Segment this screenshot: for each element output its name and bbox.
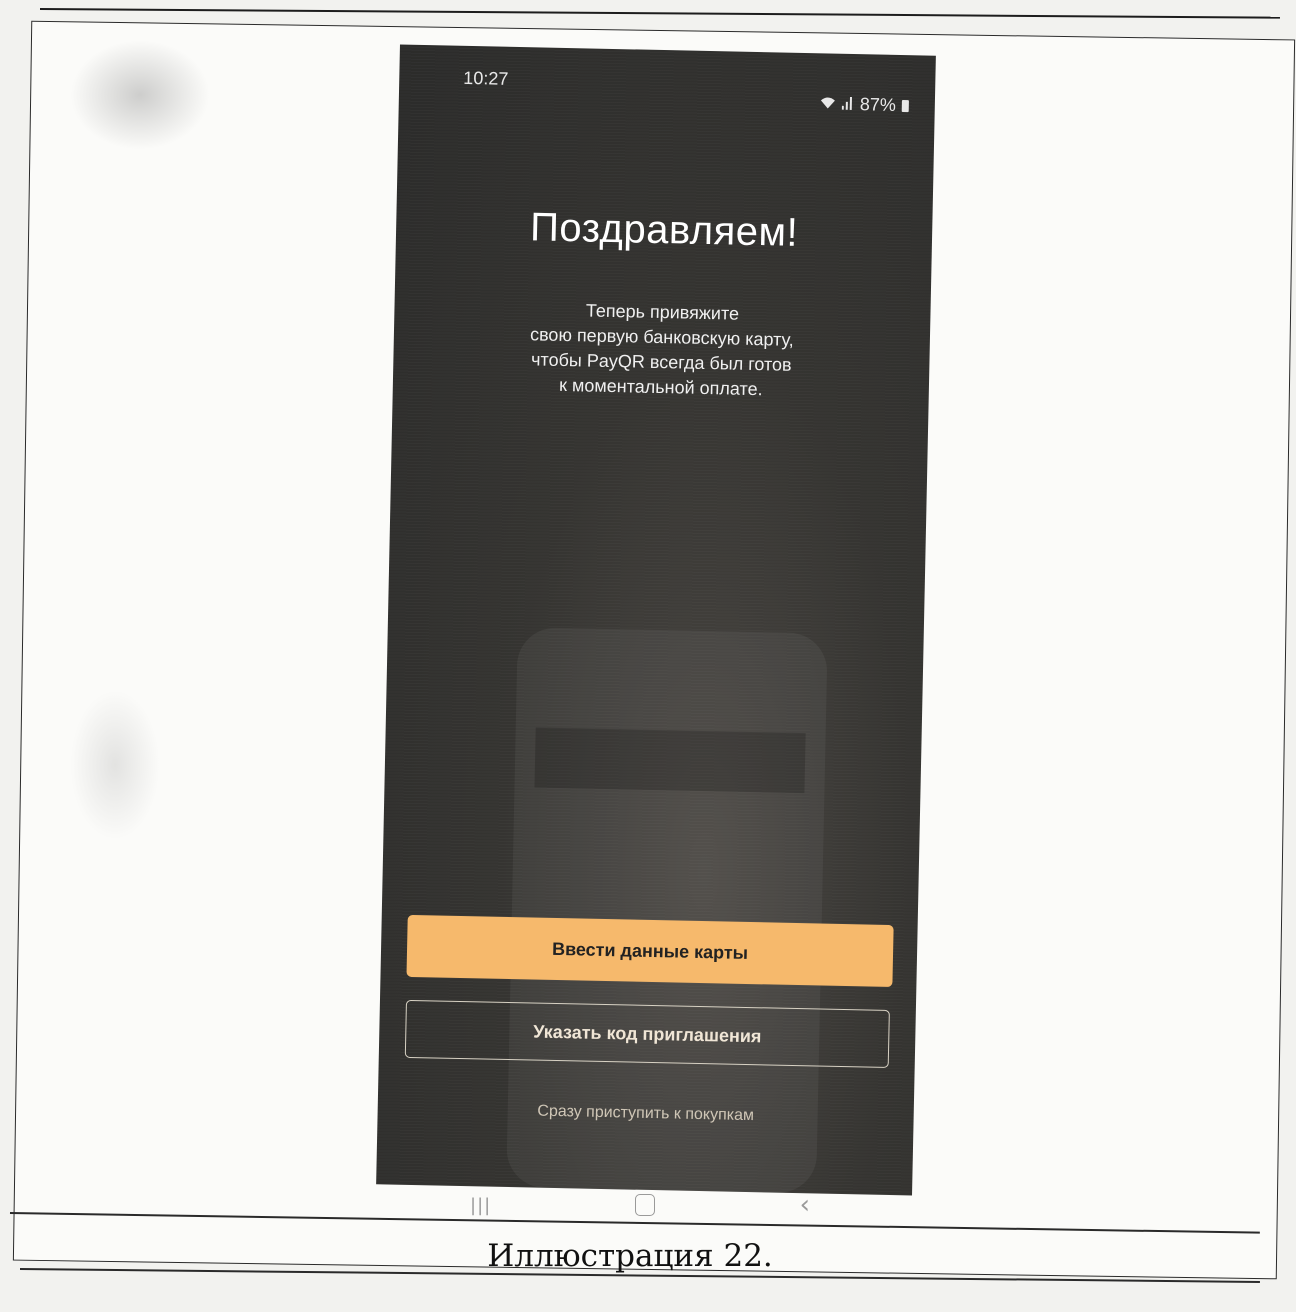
background-image-detail [534, 727, 806, 794]
phone-screenshot: 10:27 87% Поздравляем! Теперь привяжите … [376, 44, 936, 1196]
description-text: Теперь привяжите свою первую банковскую … [443, 296, 881, 405]
battery-percent: 87% [859, 94, 897, 115]
battery-icon [901, 99, 909, 112]
wifi-icon [820, 93, 836, 114]
status-icons: 87% [820, 93, 909, 116]
enter-card-button[interactable]: Ввести данные карты [406, 914, 894, 988]
back-icon[interactable]: ‹ [800, 1190, 810, 1220]
invite-code-button[interactable]: Указать код приглашения [404, 999, 890, 1068]
page-title: Поздравляем! [529, 205, 799, 255]
signal-icon [841, 94, 854, 115]
paper-smudge [70, 690, 160, 840]
home-icon[interactable] [635, 1194, 656, 1216]
recent-apps-icon[interactable]: ||| [470, 1195, 491, 1216]
android-nav-bar: ||| ‹ [470, 1185, 810, 1225]
figure-caption: Иллюстрация 22. [487, 1238, 773, 1274]
paper-smudge [70, 40, 210, 150]
status-time: 10:27 [463, 67, 509, 89]
top-rule [39, 8, 1280, 19]
status-bar: 10:27 87% [399, 45, 936, 116]
